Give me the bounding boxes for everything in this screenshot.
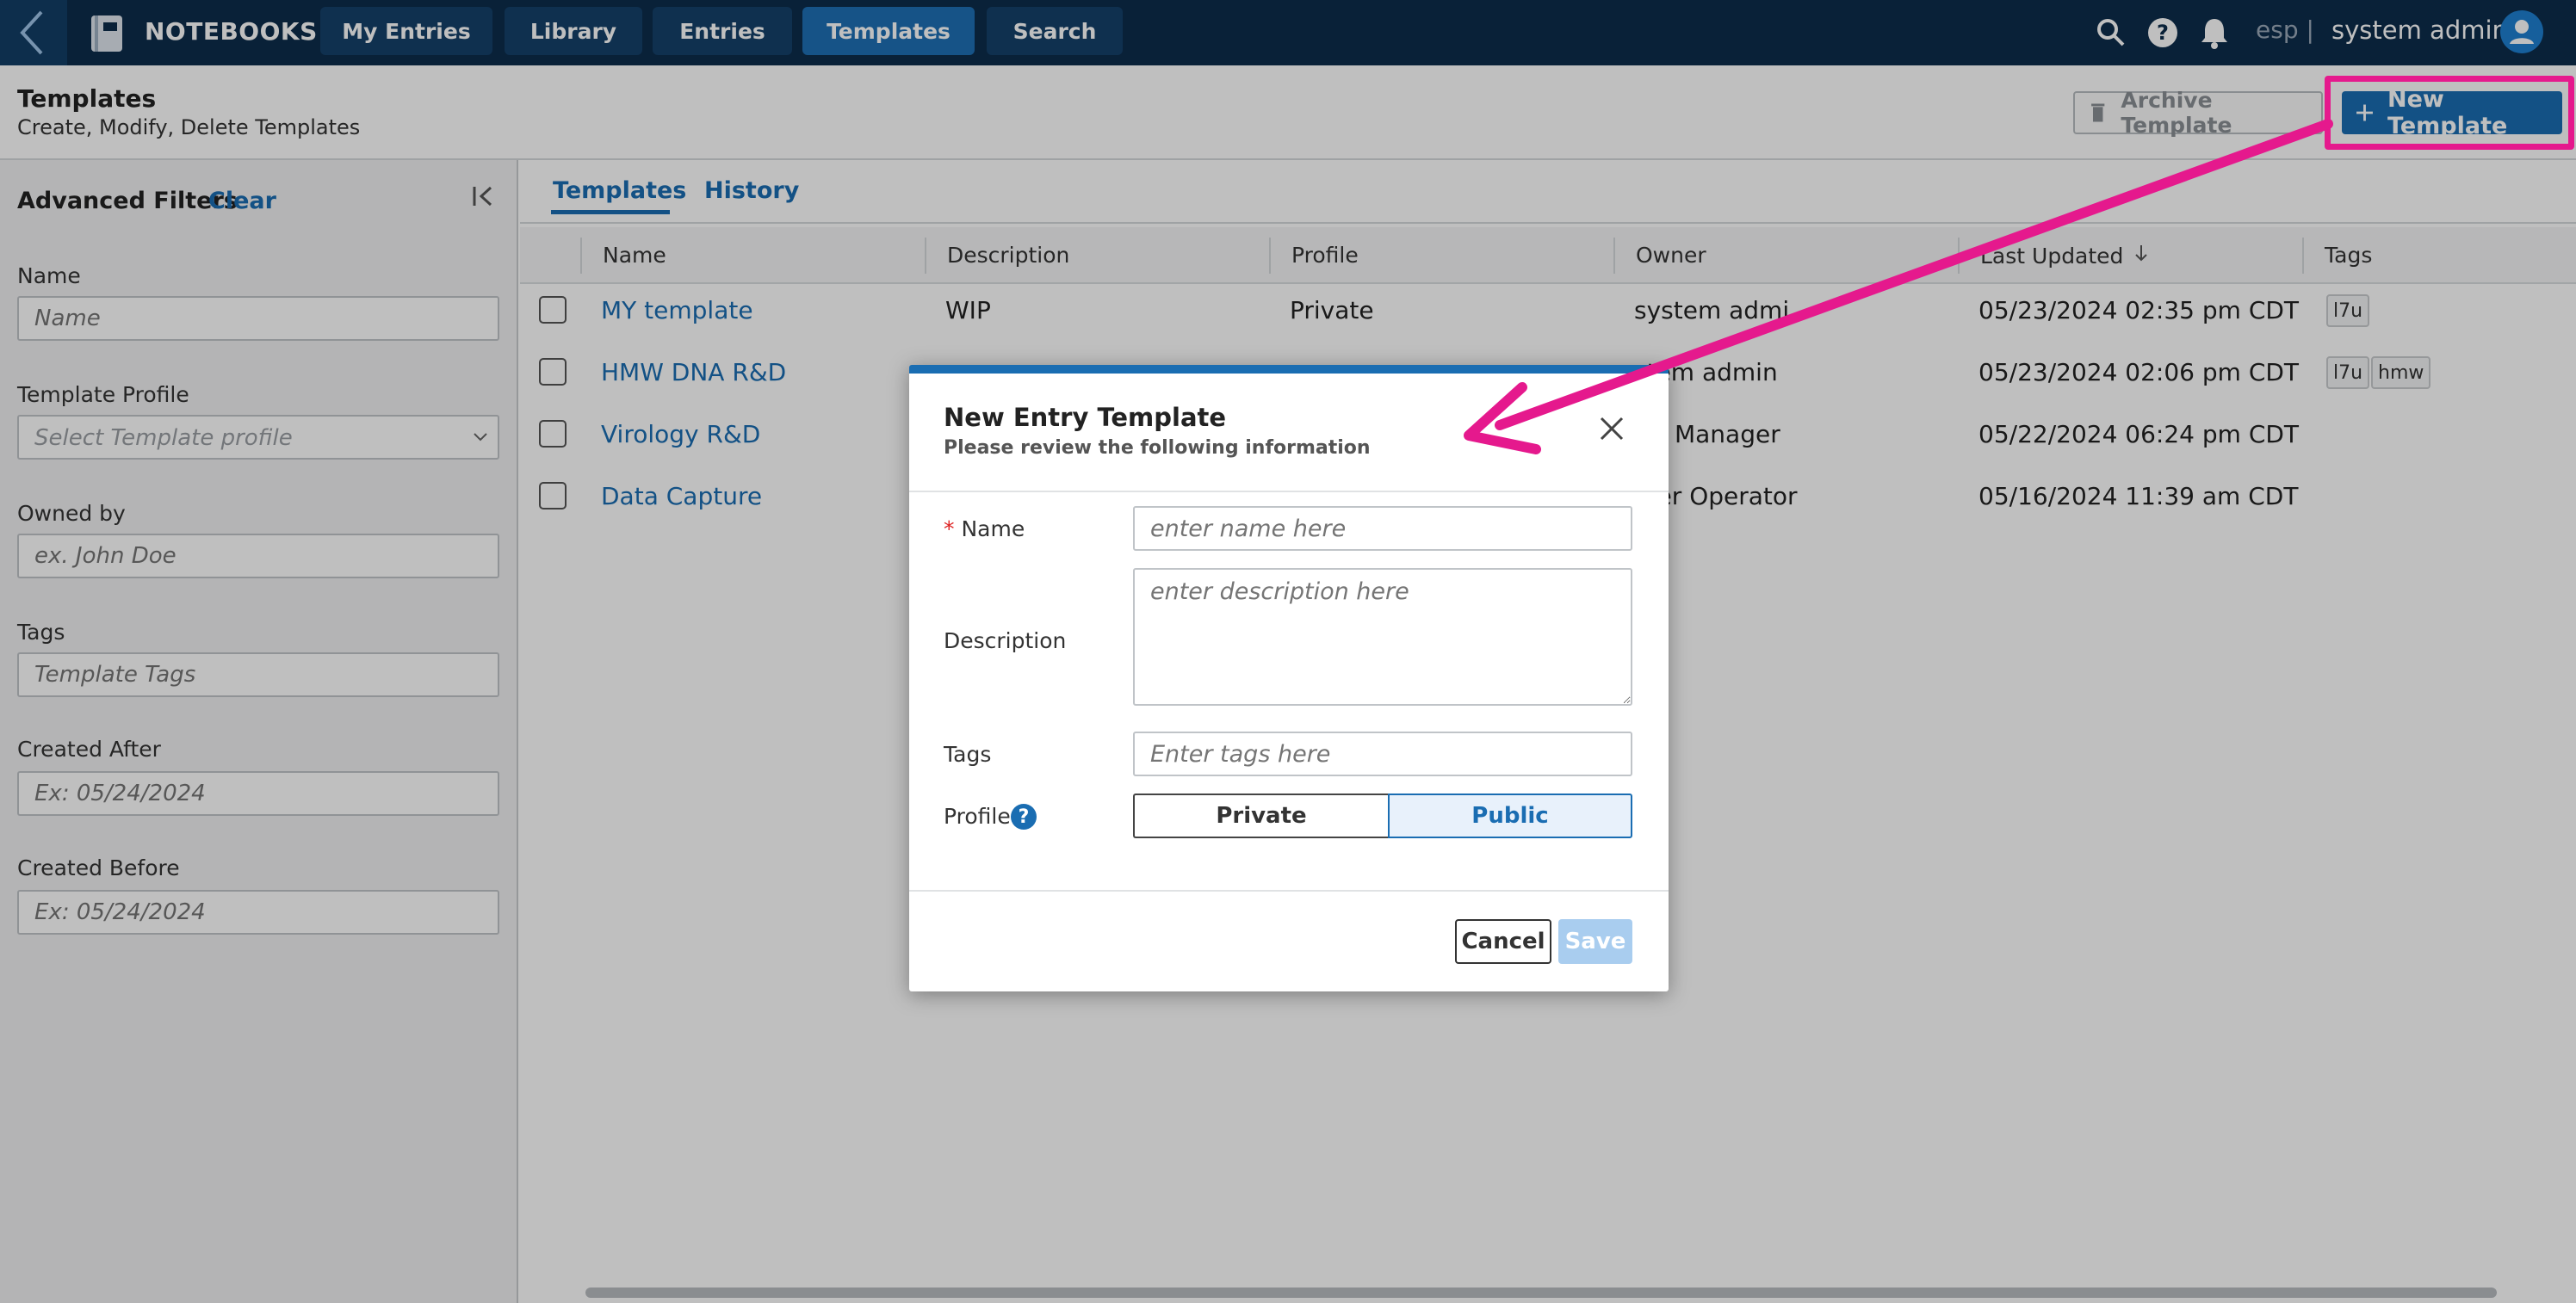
profile-option-public[interactable]: Public [1388, 794, 1632, 838]
dialog-description-label: Description [944, 628, 1067, 653]
dialog-profile-label: Profile [944, 804, 1011, 829]
dialog-description-textarea[interactable] [1133, 568, 1632, 706]
dialog-divider [909, 491, 1669, 492]
dialog-name-label: * Name [944, 516, 1025, 541]
close-icon[interactable] [1596, 413, 1627, 444]
dialog-subtitle: Please review the following information [944, 437, 1371, 459]
save-button[interactable]: Save [1558, 919, 1632, 964]
profile-help-icon[interactable]: ? [1011, 804, 1037, 830]
profile-option-private[interactable]: Private [1133, 794, 1388, 838]
dialog-name-input[interactable] [1133, 506, 1632, 551]
dialog-footer-divider [909, 890, 1669, 892]
dialog-tags-label: Tags [944, 742, 992, 767]
dialog-title: New Entry Template [944, 403, 1227, 432]
cancel-button[interactable]: Cancel [1455, 919, 1551, 964]
dialog-name-label-text: Name [961, 516, 1025, 541]
required-marker: * [944, 516, 955, 541]
dialog-tags-input[interactable] [1133, 732, 1632, 776]
annotation-highlight-box [2325, 76, 2574, 150]
